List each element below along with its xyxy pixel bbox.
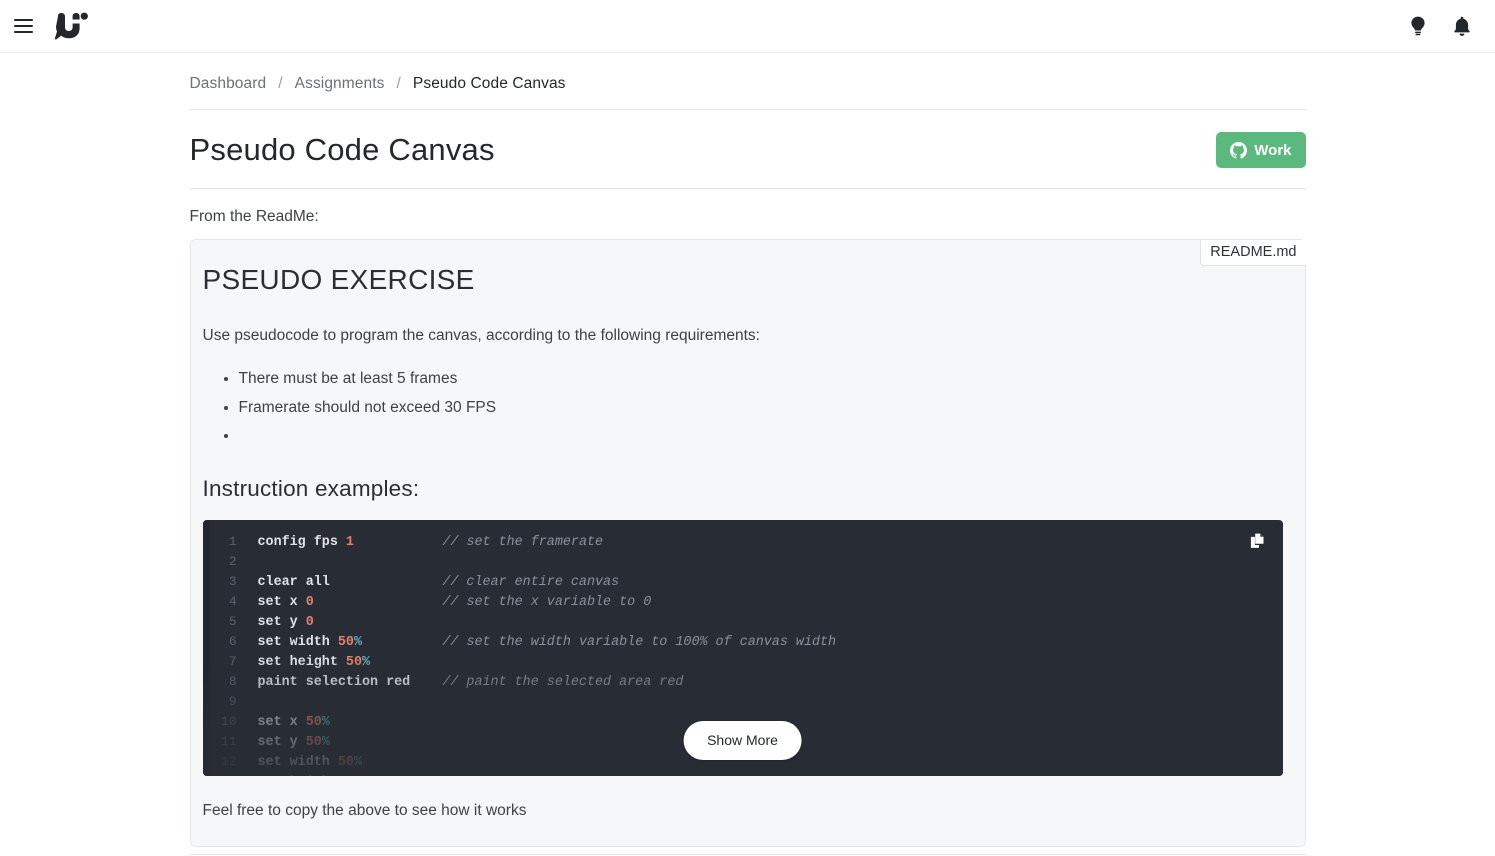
code-percent-token: % bbox=[361, 654, 371, 670]
code-number-token: 50 bbox=[345, 654, 362, 670]
hamburger-bar bbox=[14, 19, 33, 21]
github-icon bbox=[1230, 141, 1248, 159]
code-line-text: set width 50% bbox=[257, 634, 362, 650]
code-comment: // paint the selected area red bbox=[410, 674, 684, 690]
code-line: 6 set width 50% // set the width variable… bbox=[203, 632, 1283, 652]
code-line-text: set width 50% bbox=[257, 754, 362, 770]
code-number-token: 50 bbox=[337, 634, 354, 650]
readme-paragraph: Use pseudocode to program the canvas, ac… bbox=[202, 327, 760, 344]
code-number-token: 0 bbox=[305, 594, 314, 610]
code-percent-token: % bbox=[362, 775, 370, 776]
readme-card-wrapper: README.md PSEUDO EXERCISE Use pseudocode… bbox=[189, 239, 1306, 855]
page-header: Pseudo Code Canvas Work bbox=[189, 110, 1306, 189]
breadcrumb-item-current: Pseudo Code Canvas bbox=[412, 75, 566, 92]
breadcrumb: Dashboard / Assignments / Pseudo Code Ca… bbox=[189, 53, 1306, 110]
code-line: 4 set x 0 // set the x variable to 0 bbox=[203, 592, 1283, 612]
page-title: Pseudo Code Canvas bbox=[189, 132, 495, 167]
code-line-text: paint selection red bbox=[257, 674, 411, 690]
brand-logo-icon[interactable] bbox=[54, 9, 92, 43]
readme-heading-2: Instruction examples: bbox=[202, 475, 420, 501]
code-percent-token: % bbox=[321, 734, 330, 750]
breadcrumb-item-dashboard[interactable]: Dashboard bbox=[190, 75, 267, 93]
top-navigation-bar bbox=[0, 0, 1495, 53]
work-button[interactable]: Work bbox=[1216, 132, 1306, 168]
breadcrumb-separator: / bbox=[396, 75, 401, 92]
hamburger-menu-icon[interactable] bbox=[14, 14, 38, 38]
breadcrumb-separator: / bbox=[278, 75, 283, 92]
readme-content: PSEUDO EXERCISE Use pseudocode to progra… bbox=[202, 264, 1283, 820]
readme-heading-1: PSEUDO EXERCISE bbox=[202, 264, 475, 295]
code-line-text: config fps 1 bbox=[257, 534, 354, 550]
code-gutter-strip bbox=[202, 519, 210, 776]
code-number-token: 0 bbox=[305, 614, 314, 630]
list-item: There must be at least 5 frames bbox=[239, 367, 1283, 391]
code-line-text: set y 50% bbox=[257, 734, 330, 750]
show-more-button[interactable]: Show More bbox=[683, 720, 802, 760]
card-divider bbox=[189, 847, 1306, 855]
code-line: 9 bbox=[203, 692, 1283, 712]
readme-footer-text: Feel free to copy the above to see how i… bbox=[202, 801, 527, 819]
code-line: 13set height 50% bbox=[203, 772, 1283, 776]
list-item bbox=[239, 424, 1283, 448]
code-line: 7 set height 50% bbox=[203, 652, 1283, 672]
page-body: Dashboard / Assignments / Pseudo Code Ca… bbox=[0, 53, 1495, 856]
code-percent-token: % bbox=[353, 634, 362, 650]
readme-card: README.md PSEUDO EXERCISE Use pseudocode… bbox=[189, 239, 1306, 847]
content-container: Dashboard / Assignments / Pseudo Code Ca… bbox=[189, 53, 1306, 856]
code-comment: // set the x variable to 0 bbox=[313, 594, 652, 610]
code-line-text: clear all bbox=[257, 574, 330, 590]
code-line: 2 bbox=[203, 552, 1283, 572]
code-line: 1 config fps 1 // set the framerate bbox=[203, 532, 1283, 552]
work-button-label: Work bbox=[1254, 141, 1292, 159]
code-line: 3 clear all // clear entire canvas bbox=[203, 572, 1283, 592]
code-number-token: 1 bbox=[345, 534, 354, 550]
hamburger-bar bbox=[14, 31, 33, 33]
list-item: Framerate should not exceed 30 FPS bbox=[239, 396, 1283, 420]
code-line-text: set y 0 bbox=[257, 614, 314, 630]
code-percent-token: % bbox=[353, 754, 362, 770]
lightbulb-icon[interactable] bbox=[1407, 14, 1429, 38]
code-number-token: 50 bbox=[346, 775, 362, 776]
code-line: 8 paint selection red // paint the select… bbox=[203, 672, 1283, 692]
code-line-text: set height 50% bbox=[258, 773, 371, 776]
code-block: 1 config fps 1 // set the framerate 2 3 clea… bbox=[202, 519, 1283, 776]
code-number-token: 50 bbox=[305, 734, 322, 750]
code-number-token: 50 bbox=[305, 714, 322, 730]
code-percent-token: % bbox=[321, 714, 330, 730]
code-line-text: set height 50% bbox=[257, 654, 371, 670]
bell-icon[interactable] bbox=[1451, 14, 1473, 38]
copy-icon[interactable] bbox=[1250, 533, 1265, 554]
code-comment: // set the framerate bbox=[353, 534, 604, 550]
readme-filename-badge: README.md bbox=[1200, 240, 1306, 267]
hamburger-bar bbox=[14, 25, 33, 27]
code-number-token: 50 bbox=[337, 754, 354, 770]
breadcrumb-item-assignments[interactable]: Assignments bbox=[295, 75, 385, 93]
from-readme-label: From the ReadMe: bbox=[189, 208, 319, 225]
requirements-list: There must be at least 5 frames Framerat… bbox=[203, 367, 1283, 448]
code-line: 5 set y 0 bbox=[203, 612, 1283, 632]
code-comment: // clear entire canvas bbox=[329, 574, 620, 590]
code-line-text: set x 0 bbox=[257, 594, 314, 610]
code-line-text: set x 50% bbox=[257, 714, 330, 730]
nav-right-actions bbox=[1407, 14, 1473, 38]
code-comment: // set the width variable to 100% of can… bbox=[361, 634, 837, 650]
